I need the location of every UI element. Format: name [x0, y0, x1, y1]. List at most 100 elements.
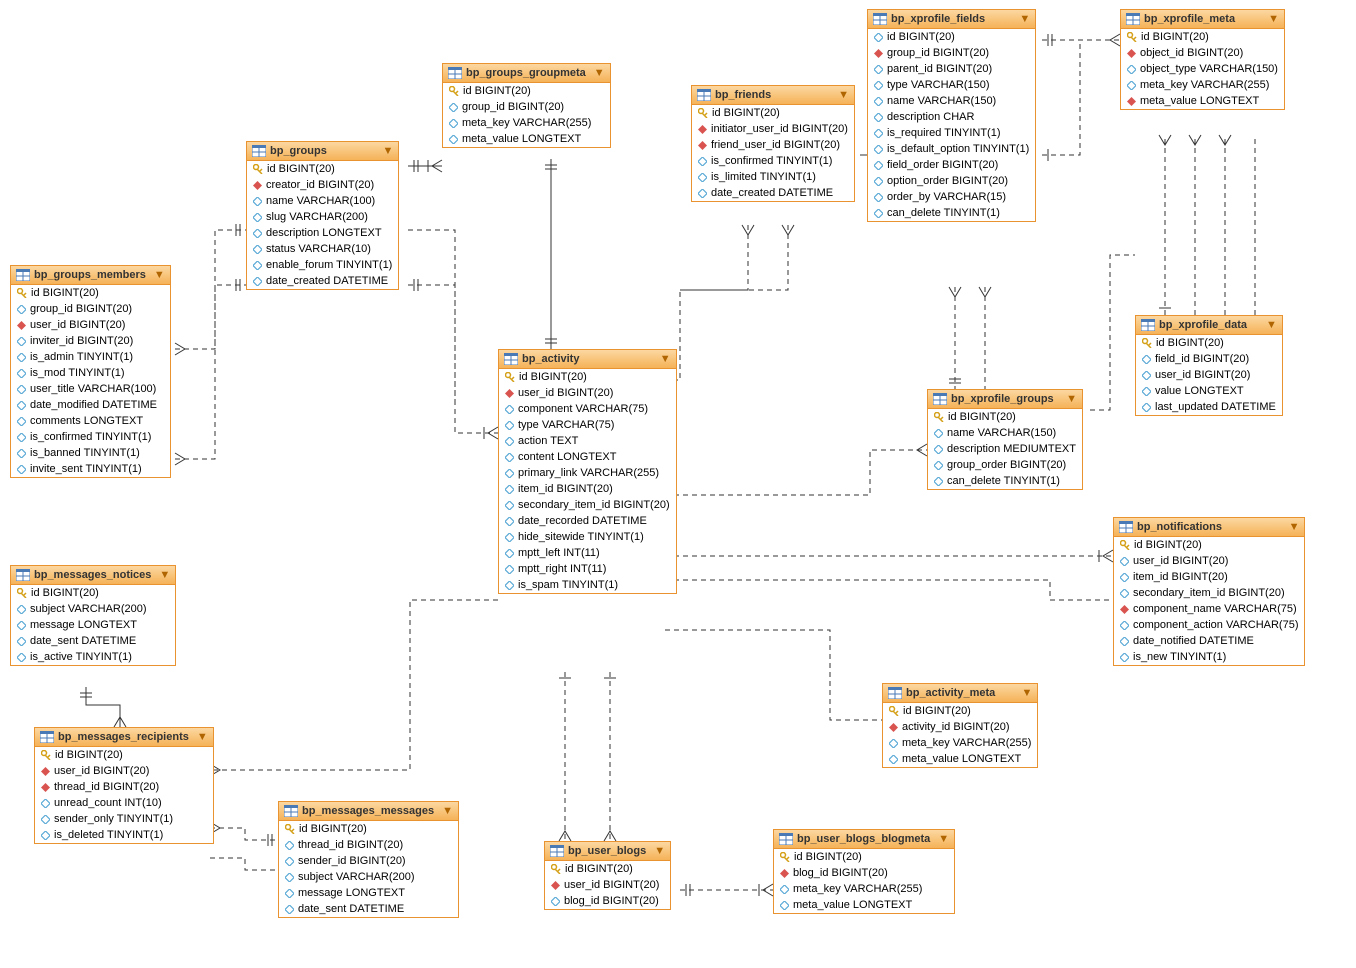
column-row[interactable]: comments LONGTEXT: [11, 413, 170, 429]
column-row[interactable]: primary_link VARCHAR(255): [499, 465, 676, 481]
table-bp_user_blogs_blogmeta[interactable]: bp_user_blogs_blogmeta▼id BIGINT(20)blog…: [773, 829, 955, 914]
column-row[interactable]: thread_id BIGINT(20): [35, 779, 213, 795]
column-row[interactable]: date_created DATETIME: [692, 185, 854, 201]
table-bp_groups[interactable]: bp_groups▼id BIGINT(20)creator_id BIGINT…: [246, 141, 399, 290]
column-row[interactable]: date_notified DATETIME: [1114, 633, 1304, 649]
column-row[interactable]: id BIGINT(20): [1121, 29, 1284, 45]
column-row[interactable]: mptt_right INT(11): [499, 561, 676, 577]
column-row[interactable]: mptt_left INT(11): [499, 545, 676, 561]
column-row[interactable]: is_admin TINYINT(1): [11, 349, 170, 365]
table-bp_friends[interactable]: bp_friends▼id BIGINT(20)initiator_user_i…: [691, 85, 855, 202]
column-row[interactable]: component_action VARCHAR(75): [1114, 617, 1304, 633]
table-header[interactable]: bp_activity_meta▼: [883, 684, 1037, 703]
column-row[interactable]: id BIGINT(20): [545, 861, 670, 877]
collapse-icon[interactable]: ▼: [189, 731, 208, 743]
collapse-icon[interactable]: ▼: [586, 67, 605, 79]
collapse-icon[interactable]: ▼: [1281, 521, 1300, 533]
table-header[interactable]: bp_groups_members▼: [11, 266, 170, 285]
table-header[interactable]: bp_friends▼: [692, 86, 854, 105]
table-bp_xprofile_data[interactable]: bp_xprofile_data▼id BIGINT(20)field_id B…: [1135, 315, 1283, 416]
table-bp_groups_members[interactable]: bp_groups_members▼id BIGINT(20)group_id …: [10, 265, 171, 478]
column-row[interactable]: enable_forum TINYINT(1): [247, 257, 398, 273]
column-row[interactable]: id BIGINT(20): [1114, 537, 1304, 553]
column-row[interactable]: value LONGTEXT: [1136, 383, 1282, 399]
column-row[interactable]: creator_id BIGINT(20): [247, 177, 398, 193]
column-row[interactable]: is_active TINYINT(1): [11, 649, 175, 665]
collapse-icon[interactable]: ▼: [1011, 13, 1030, 25]
column-row[interactable]: action TEXT: [499, 433, 676, 449]
column-row[interactable]: id BIGINT(20): [443, 83, 610, 99]
column-row[interactable]: can_delete TINYINT(1): [868, 205, 1035, 221]
column-row[interactable]: user_id BIGINT(20): [35, 763, 213, 779]
column-row[interactable]: meta_value LONGTEXT: [883, 751, 1037, 767]
column-row[interactable]: type VARCHAR(150): [868, 77, 1035, 93]
collapse-icon[interactable]: ▼: [434, 805, 453, 817]
column-row[interactable]: is_confirmed TINYINT(1): [11, 429, 170, 445]
column-row[interactable]: user_id BIGINT(20): [545, 877, 670, 893]
table-bp_messages_recipients[interactable]: bp_messages_recipients▼id BIGINT(20)user…: [34, 727, 214, 844]
column-row[interactable]: group_id BIGINT(20): [443, 99, 610, 115]
column-row[interactable]: user_id BIGINT(20): [1114, 553, 1304, 569]
column-row[interactable]: meta_value LONGTEXT: [1121, 93, 1284, 109]
column-row[interactable]: option_order BIGINT(20): [868, 173, 1035, 189]
table-header[interactable]: bp_xprofile_groups▼: [928, 390, 1082, 409]
column-row[interactable]: id BIGINT(20): [499, 369, 676, 385]
table-bp_xprofile_meta[interactable]: bp_xprofile_meta▼id BIGINT(20)object_id …: [1120, 9, 1285, 110]
table-header[interactable]: bp_messages_recipients▼: [35, 728, 213, 747]
table-header[interactable]: bp_xprofile_data▼: [1136, 316, 1282, 335]
column-row[interactable]: group_id BIGINT(20): [868, 45, 1035, 61]
collapse-icon[interactable]: ▼: [374, 145, 393, 157]
column-row[interactable]: is_spam TINYINT(1): [499, 577, 676, 593]
table-bp_xprofile_groups[interactable]: bp_xprofile_groups▼id BIGINT(20)name VAR…: [927, 389, 1083, 490]
column-row[interactable]: message LONGTEXT: [279, 885, 458, 901]
table-header[interactable]: bp_activity▼: [499, 350, 676, 369]
column-row[interactable]: date_modified DATETIME: [11, 397, 170, 413]
collapse-icon[interactable]: ▼: [1258, 319, 1277, 331]
column-row[interactable]: description MEDIUMTEXT: [928, 441, 1082, 457]
table-bp_groups_groupmeta[interactable]: bp_groups_groupmeta▼id BIGINT(20)group_i…: [442, 63, 611, 148]
column-row[interactable]: id BIGINT(20): [774, 849, 954, 865]
table-bp_messages_notices[interactable]: bp_messages_notices▼id BIGINT(20)subject…: [10, 565, 176, 666]
column-row[interactable]: group_id BIGINT(20): [11, 301, 170, 317]
collapse-icon[interactable]: ▼: [652, 353, 671, 365]
table-bp_xprofile_fields[interactable]: bp_xprofile_fields▼id BIGINT(20)group_id…: [867, 9, 1036, 222]
column-row[interactable]: description CHAR: [868, 109, 1035, 125]
column-row[interactable]: user_id BIGINT(20): [1136, 367, 1282, 383]
collapse-icon[interactable]: ▼: [1014, 687, 1033, 699]
collapse-icon[interactable]: ▼: [1260, 13, 1279, 25]
column-row[interactable]: is_mod TINYINT(1): [11, 365, 170, 381]
column-row[interactable]: invite_sent TINYINT(1): [11, 461, 170, 477]
column-row[interactable]: field_order BIGINT(20): [868, 157, 1035, 173]
column-row[interactable]: id BIGINT(20): [11, 585, 175, 601]
column-row[interactable]: message LONGTEXT: [11, 617, 175, 633]
table-bp_activity[interactable]: bp_activity▼id BIGINT(20)user_id BIGINT(…: [498, 349, 677, 594]
column-row[interactable]: component_name VARCHAR(75): [1114, 601, 1304, 617]
column-row[interactable]: secondary_item_id BIGINT(20): [499, 497, 676, 513]
column-row[interactable]: name VARCHAR(150): [868, 93, 1035, 109]
column-row[interactable]: user_title VARCHAR(100): [11, 381, 170, 397]
table-header[interactable]: bp_groups_groupmeta▼: [443, 64, 610, 83]
column-row[interactable]: description LONGTEXT: [247, 225, 398, 241]
column-row[interactable]: item_id BIGINT(20): [499, 481, 676, 497]
column-row[interactable]: sender_id BIGINT(20): [279, 853, 458, 869]
column-row[interactable]: component VARCHAR(75): [499, 401, 676, 417]
column-row[interactable]: user_id BIGINT(20): [499, 385, 676, 401]
column-row[interactable]: user_id BIGINT(20): [11, 317, 170, 333]
column-row[interactable]: meta_value LONGTEXT: [443, 131, 610, 147]
column-row[interactable]: is_banned TINYINT(1): [11, 445, 170, 461]
table-header[interactable]: bp_messages_notices▼: [11, 566, 175, 585]
column-row[interactable]: blog_id BIGINT(20): [545, 893, 670, 909]
column-row[interactable]: field_id BIGINT(20): [1136, 351, 1282, 367]
column-row[interactable]: blog_id BIGINT(20): [774, 865, 954, 881]
column-row[interactable]: unread_count INT(10): [35, 795, 213, 811]
collapse-icon[interactable]: ▼: [1058, 393, 1077, 405]
table-header[interactable]: bp_messages_messages▼: [279, 802, 458, 821]
column-row[interactable]: slug VARCHAR(200): [247, 209, 398, 225]
column-row[interactable]: item_id BIGINT(20): [1114, 569, 1304, 585]
table-bp_user_blogs[interactable]: bp_user_blogs▼id BIGINT(20)user_id BIGIN…: [544, 841, 671, 910]
column-row[interactable]: id BIGINT(20): [35, 747, 213, 763]
column-row[interactable]: activity_id BIGINT(20): [883, 719, 1037, 735]
table-header[interactable]: bp_xprofile_meta▼: [1121, 10, 1284, 29]
column-row[interactable]: order_by VARCHAR(15): [868, 189, 1035, 205]
column-row[interactable]: subject VARCHAR(200): [279, 869, 458, 885]
